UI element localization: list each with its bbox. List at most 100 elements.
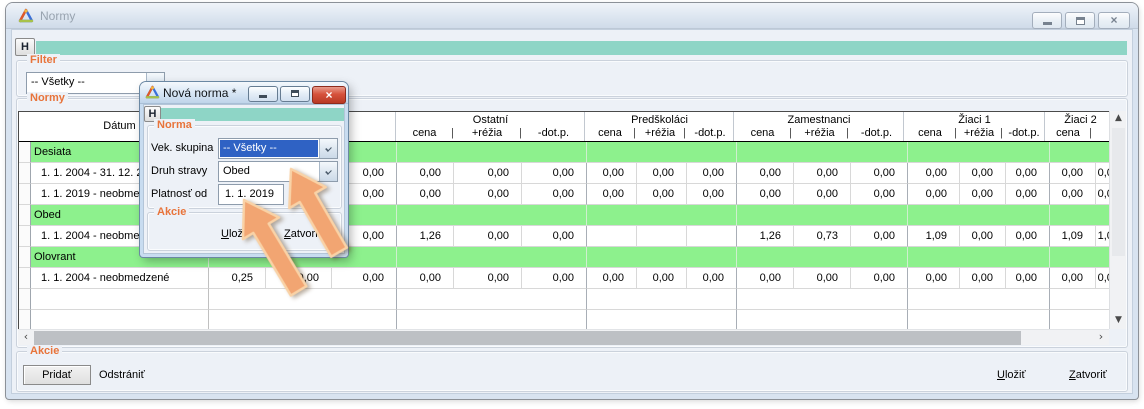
column-separator: |: [451, 127, 454, 140]
age-group-dropdown[interactable]: [319, 139, 337, 158]
subheader-row: cena|+réžia|-dot.p.: [396, 127, 585, 141]
app-icon: [18, 8, 34, 24]
section-cell: [397, 205, 587, 226]
row-header-cell: [19, 268, 31, 289]
subcolumn-header: |+réžia: [453, 127, 521, 141]
scroll-down-icon[interactable]: ▼︎: [1110, 313, 1127, 329]
remove-button[interactable]: Odstrániť: [99, 368, 145, 382]
value-cell: 0,00: [1006, 268, 1050, 289]
subcolumn-header: |-dot.p.: [848, 127, 905, 141]
value-cell: 0,00: [454, 163, 522, 184]
age-group-combo[interactable]: -- Všetky --: [218, 138, 338, 159]
minimize-icon: [259, 95, 267, 98]
scroll-left-icon[interactable]: ‹: [18, 330, 34, 346]
minimize-button[interactable]: [1032, 12, 1062, 29]
toolbar-strip: [36, 41, 1127, 55]
value-cell: 0,00: [1050, 184, 1096, 205]
table-corner-cell: [19, 112, 31, 141]
age-group-label: Vek. skupina: [151, 142, 213, 155]
dialog-minimize-button[interactable]: [248, 86, 278, 102]
subheader-row: cena|+réžia|-dot.p.: [585, 127, 734, 141]
close-window-button[interactable]: Zatvoriť: [1069, 368, 1107, 382]
dialog-titlebar[interactable]: Nová norma * ×: [140, 82, 348, 104]
section-cell: [1050, 247, 1109, 268]
value-cell: 0,73: [794, 226, 851, 247]
value-cell: 0,00: [397, 163, 454, 184]
empty-cell: [737, 289, 908, 310]
value-cell: 0,00: [454, 184, 522, 205]
value-cell: 0,00: [687, 268, 737, 289]
value-cell: [587, 226, 637, 247]
dialog-app-icon: [145, 85, 160, 100]
subcolumn-header: cena: [1045, 127, 1091, 141]
maximize-button[interactable]: [1065, 12, 1095, 29]
actions-label: Akcie: [27, 345, 62, 357]
value-cell: 0,00: [397, 268, 454, 289]
value-cell: [637, 226, 687, 247]
empty-row: [19, 289, 1109, 310]
column-group-header: Zamestnancicena|+réžia|-dot.p.: [733, 112, 904, 141]
value-cell: 0,00: [522, 268, 587, 289]
column-group-header: Predškolácicena|+réžia|-dot.p.: [584, 112, 734, 141]
section-cell: [587, 142, 737, 163]
norma-label: Norma: [154, 119, 195, 131]
horizontal-scrollbar[interactable]: ‹ ›: [18, 329, 1109, 345]
empty-cell: [1050, 289, 1109, 310]
value-cell: 0,00: [960, 226, 1006, 247]
value-cell: 0,00: [908, 163, 960, 184]
empty-cell: [209, 289, 397, 310]
value-cell: 0,00: [454, 268, 522, 289]
value-cell: 0,00: [908, 184, 960, 205]
vertical-scrollbar[interactable]: ▲︎ ▼︎: [1109, 111, 1126, 329]
column-separator: |: [683, 127, 686, 140]
subcolumn-header: |: [1091, 127, 1109, 141]
table-row[interactable]: 1. 1. 2004 - neobmedzené0,250,000,000,00…: [19, 268, 1109, 289]
empty-cell: [1050, 310, 1109, 329]
subcolumn-header: |+réžia: [635, 127, 685, 141]
add-button[interactable]: Pridať: [23, 365, 91, 385]
section-cell: [737, 247, 908, 268]
value-cell: 0,00: [332, 268, 397, 289]
save-button[interactable]: Uložiť: [997, 368, 1026, 382]
row-header-cell: [19, 289, 31, 310]
value-cell: 0,00: [637, 268, 687, 289]
column-separator: |: [789, 127, 792, 140]
dialog-maximize-button[interactable]: [280, 86, 310, 102]
value-cell: [687, 226, 737, 247]
window-title: Normy: [40, 3, 75, 29]
close-button[interactable]: ×: [1098, 12, 1130, 29]
maximize-icon: [1076, 17, 1085, 25]
section-cell: [397, 247, 587, 268]
value-cell: 0,00: [687, 163, 737, 184]
horizontal-scrollbar-thumb[interactable]: [34, 331, 1021, 345]
subcolumn-header: cena: [396, 127, 453, 141]
vertical-scrollbar-thumb[interactable]: [1112, 128, 1125, 256]
group-name: Žiaci 1: [904, 112, 1045, 127]
filter-combo-value: -- Všetky --: [27, 73, 146, 93]
value-cell: 0,00: [960, 184, 1006, 205]
section-cell: [587, 205, 737, 226]
empty-cell: [31, 310, 209, 329]
value-cell: 0,00: [960, 163, 1006, 184]
row-header-cell: [19, 184, 31, 205]
subcolumn-header: |-dot.p.: [521, 127, 586, 141]
subcolumn-header: cena: [904, 127, 956, 141]
subheader-row: cena|+réžia|-dot.p.: [734, 127, 904, 141]
group-name: Žiaci 2: [1045, 112, 1109, 127]
value-cell: 0,00: [851, 163, 908, 184]
row-header-cell: [19, 142, 31, 163]
value-cell: 0,00: [1096, 268, 1109, 289]
value-cell: 0,00: [908, 268, 960, 289]
dialog-close-button[interactable]: ×: [312, 86, 346, 104]
section-cell: [908, 205, 1050, 226]
main-titlebar[interactable]: Normy ×: [6, 3, 1138, 29]
scroll-up-icon[interactable]: ▲︎: [1110, 111, 1127, 127]
dialog-title: Nová norma *: [163, 82, 236, 104]
subcolumn-header: |-dot.p.: [1002, 127, 1046, 141]
scroll-right-icon[interactable]: ›: [1093, 330, 1109, 346]
empty-cell: [587, 310, 737, 329]
empty-cell: [31, 289, 209, 310]
section-cell: [587, 247, 737, 268]
value-cell: 0,00: [1050, 163, 1096, 184]
value-cell: 0,00: [960, 268, 1006, 289]
